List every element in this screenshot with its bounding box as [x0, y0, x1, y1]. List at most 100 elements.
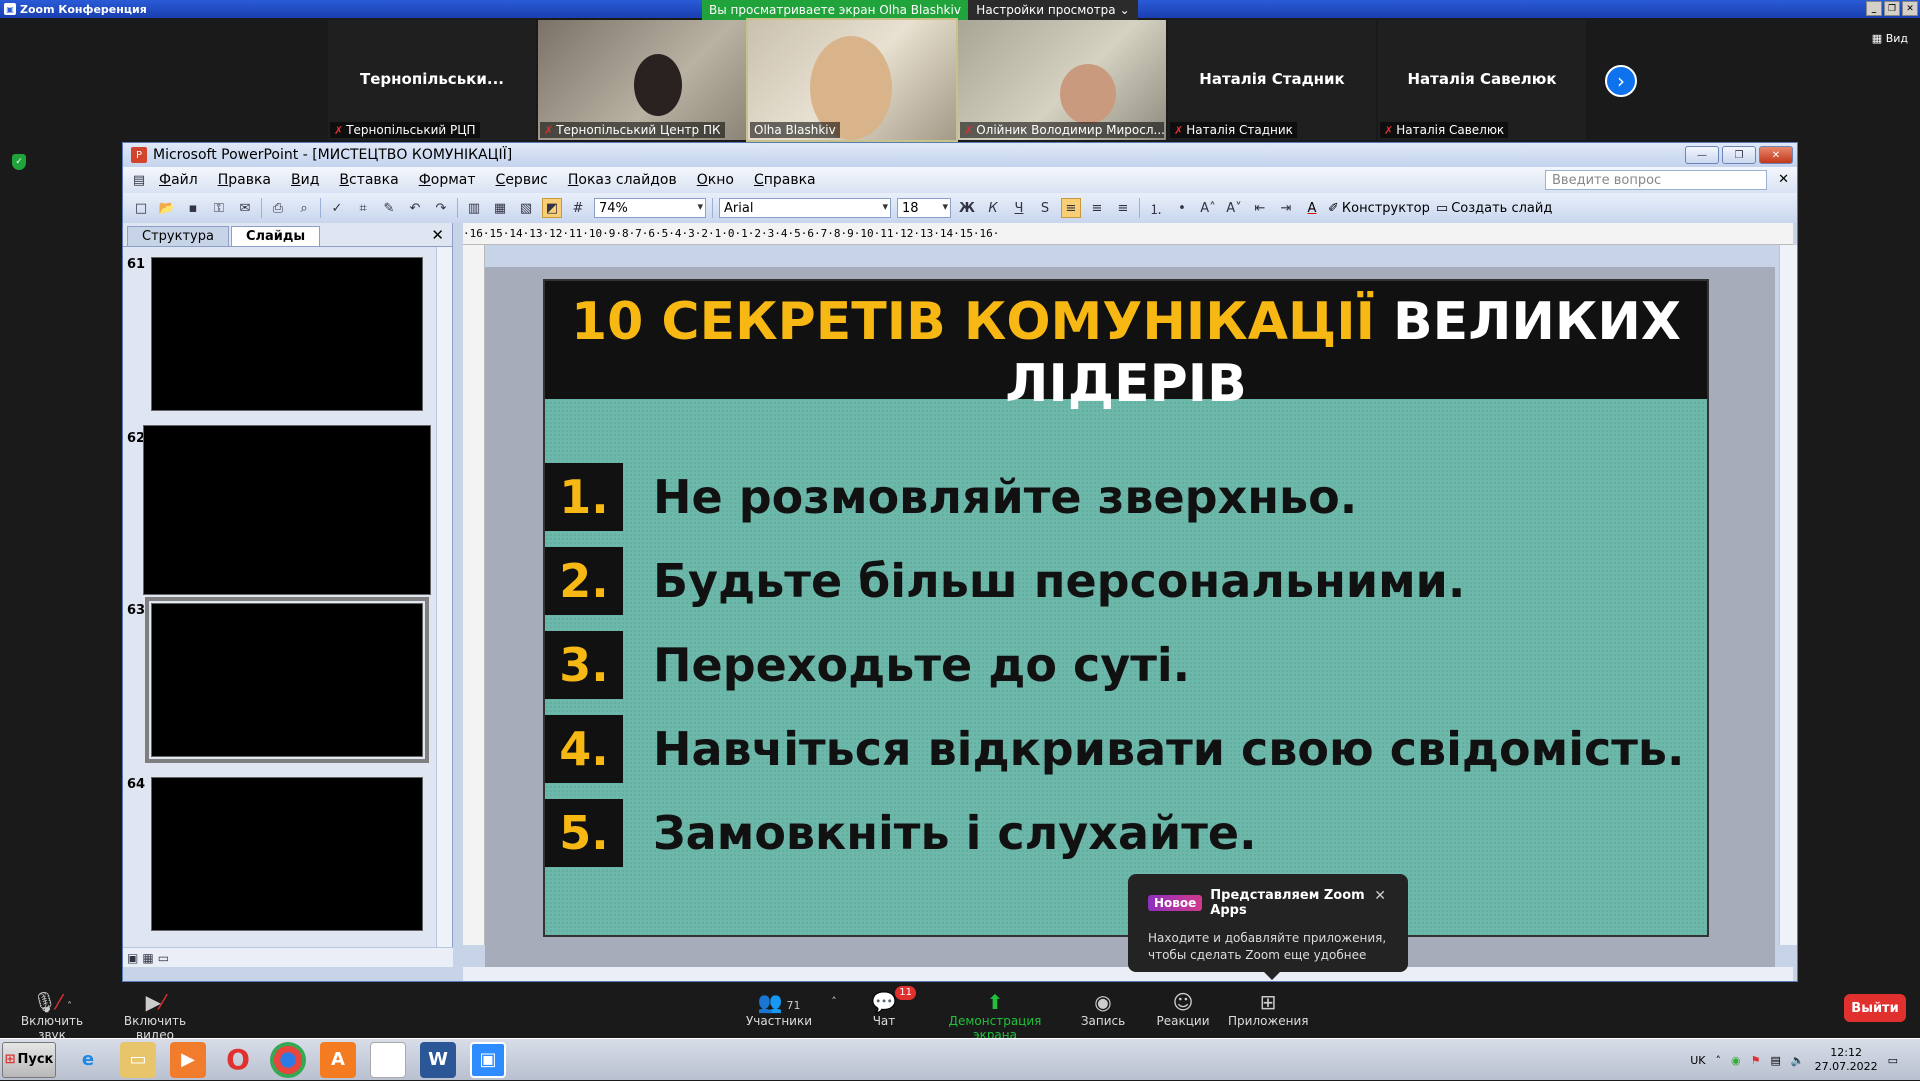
restore-icon[interactable]: ❐ — [1722, 146, 1756, 164]
tray-expand-icon[interactable]: ˄ — [1716, 1054, 1722, 1067]
align-center-icon[interactable]: ≡ — [1087, 198, 1107, 218]
color-grayscale-icon[interactable]: ◩ — [542, 198, 562, 218]
slide-thumbnail[interactable] — [151, 777, 423, 931]
next-page-arrow-icon[interactable]: › — [1605, 65, 1637, 97]
menu-help[interactable]: Справка — [744, 172, 826, 188]
menu-slideshow[interactable]: Показ слайдов — [558, 172, 687, 188]
slide-list-item[interactable]: 3. Переходьте до суті. — [545, 631, 1707, 699]
network-icon[interactable]: ▤ — [1771, 1054, 1781, 1067]
opera-icon[interactable]: O — [220, 1042, 256, 1078]
participant-tile[interactable]: Наталія Стадник ✗ Наталія Стадник — [1168, 20, 1376, 140]
view-settings-button[interactable]: Настройки просмотра ⌄ — [968, 0, 1138, 20]
font-color-icon[interactable]: A — [1302, 198, 1322, 218]
bullet-list-icon[interactable]: • — [1172, 198, 1192, 218]
current-slide[interactable]: 10 СЕКРЕТІВ КОМУНІКАЦІЇ ВЕЛИКИХ ЛІДЕРІВ … — [543, 279, 1709, 937]
antivirus-icon[interactable]: ◉ — [1731, 1054, 1741, 1067]
minimize-icon[interactable]: — — [1685, 146, 1719, 164]
menu-format[interactable]: Формат — [409, 172, 486, 188]
normal-view-icon[interactable]: ▣ — [127, 951, 138, 965]
participant-tile[interactable]: ✗ Олійник Володимир Миросл... — [958, 20, 1166, 140]
menu-insert[interactable]: Вставка — [329, 172, 408, 188]
slide-thumbnail-selected[interactable] — [145, 597, 429, 763]
slide-list-item[interactable]: 1. Не розмовляйте зверхньо. — [545, 463, 1707, 531]
participants-button[interactable]: 👥 71 Участники — [744, 990, 814, 1028]
minimize-icon[interactable]: _ — [1866, 1, 1882, 16]
menu-edit[interactable]: Правка — [208, 172, 281, 188]
shadow-icon[interactable]: S — [1035, 198, 1055, 218]
reactions-button[interactable]: ☺ Реакции — [1156, 990, 1210, 1028]
close-icon[interactable]: ✕ — [1374, 888, 1386, 904]
spellcheck-icon[interactable]: ✓ — [327, 198, 347, 218]
tab-outline[interactable]: Структура — [127, 226, 229, 246]
menu-tools[interactable]: Сервис — [486, 172, 558, 188]
chrome-icon[interactable] — [270, 1041, 306, 1078]
slideshow-icon[interactable]: ▭ — [158, 951, 169, 965]
chat-button[interactable]: 💬 11 Чат — [862, 986, 916, 1028]
participants-options-icon[interactable]: ˄ — [826, 990, 842, 1014]
file-explorer-icon[interactable]: ▭ — [120, 1041, 156, 1078]
align-left-icon[interactable]: ≡ — [1061, 198, 1081, 218]
tab-slides[interactable]: Слайды — [230, 226, 321, 246]
print-preview-icon[interactable]: ⌕ — [294, 198, 314, 218]
font-size-select[interactable]: 18 — [897, 198, 951, 218]
view-button[interactable]: ▦ Вид — [1872, 32, 1908, 45]
close-icon[interactable]: ✕ — [1902, 1, 1918, 16]
design-button[interactable]: ✐ Конструктор — [1328, 201, 1430, 216]
increase-font-icon[interactable]: A˄ — [1198, 198, 1218, 218]
unmute-button[interactable]: 🎙⁄ ˄ Включить звук — [10, 990, 94, 1042]
menu-file[interactable]: Файл — [149, 172, 208, 188]
open-folder-icon[interactable]: 📂 — [157, 198, 177, 218]
slides-pane-scrollbar[interactable] — [436, 247, 452, 951]
leave-button[interactable]: Выйти — [1844, 994, 1906, 1022]
menu-window[interactable]: Окно — [687, 172, 744, 188]
close-icon[interactable]: ✕ — [1759, 146, 1793, 164]
slide-list-item[interactable]: 5. Замовкніть і слухайте. — [545, 799, 1707, 867]
italic-icon[interactable]: К — [983, 198, 1003, 218]
format-painter-icon[interactable]: ✎ — [379, 198, 399, 218]
save-icon[interactable]: ▪ — [183, 198, 203, 218]
print-icon[interactable]: ⎙ — [268, 198, 288, 218]
table-icon[interactable]: ▦ — [490, 198, 510, 218]
slide-list-item[interactable]: 4. Навчіться відкривати свою свідомість. — [545, 715, 1707, 783]
document-icon[interactable] — [370, 1041, 406, 1078]
slide-sorter-icon[interactable]: ▦ — [142, 951, 153, 965]
slide-vertical-scrollbar[interactable] — [1779, 245, 1797, 945]
bold-icon[interactable]: Ж — [957, 198, 977, 218]
zoom-level-select[interactable]: 74% — [594, 198, 706, 218]
volume-icon[interactable]: 🔈 — [1791, 1054, 1805, 1067]
slide-thumbnail[interactable] — [151, 257, 423, 411]
slide-list-item[interactable]: 2. Будьте більш персональними. — [545, 547, 1707, 615]
grid-icon[interactable]: # — [568, 198, 588, 218]
decrease-indent-icon[interactable]: ⇤ — [1250, 198, 1270, 218]
decrease-font-icon[interactable]: A˅ — [1224, 198, 1244, 218]
participant-tile[interactable]: ✗ Тернопільський Центр ПК — [538, 20, 746, 140]
chart-icon[interactable]: ▥ — [464, 198, 484, 218]
undo-icon[interactable]: ↶ — [405, 198, 425, 218]
slide-title[interactable]: 10 СЕКРЕТІВ КОМУНІКАЦІЇ ВЕЛИКИХ ЛІДЕРІВ — [545, 291, 1707, 415]
start-button[interactable]: ⊞ Пуск — [2, 1041, 56, 1078]
menu-view[interactable]: Вид — [281, 172, 329, 188]
permission-icon[interactable]: ⚿ — [209, 198, 229, 218]
language-indicator[interactable]: UK — [1690, 1054, 1705, 1067]
email-icon[interactable]: ✉ — [235, 198, 255, 218]
close-icon[interactable]: ✕ — [1778, 172, 1789, 187]
record-button[interactable]: ◉ Запись — [1080, 990, 1126, 1028]
document-icon[interactable]: ▤ — [129, 170, 149, 190]
new-file-icon[interactable]: □ — [131, 198, 151, 218]
new-slide-button[interactable]: ▭ Создать слайд — [1436, 201, 1552, 216]
help-search-input[interactable]: Введите вопрос — [1545, 170, 1767, 190]
close-icon[interactable]: ✕ — [431, 226, 444, 244]
internet-explorer-icon[interactable]: e — [70, 1042, 106, 1078]
shield-icon[interactable]: ✓ — [12, 154, 26, 170]
start-video-button[interactable]: ▶⁄ Включить видео — [108, 990, 202, 1042]
redo-icon[interactable]: ↷ — [431, 198, 451, 218]
research-icon[interactable]: ⌗ — [353, 198, 373, 218]
apps-button[interactable]: ⊞ Приложения — [1228, 990, 1309, 1028]
zoom-taskbar-icon[interactable]: ▣ — [470, 1041, 506, 1078]
participant-tile-active-speaker[interactable]: Olha Blashkiv — [746, 18, 958, 142]
acrobat-icon[interactable]: A — [320, 1041, 356, 1078]
increase-indent-icon[interactable]: ⇥ — [1276, 198, 1296, 218]
clock[interactable]: 12:12 27.07.2022 — [1815, 1046, 1878, 1074]
restore-icon[interactable]: ❐ — [1884, 1, 1900, 16]
numbered-list-icon[interactable]: ⒈ — [1146, 198, 1166, 218]
